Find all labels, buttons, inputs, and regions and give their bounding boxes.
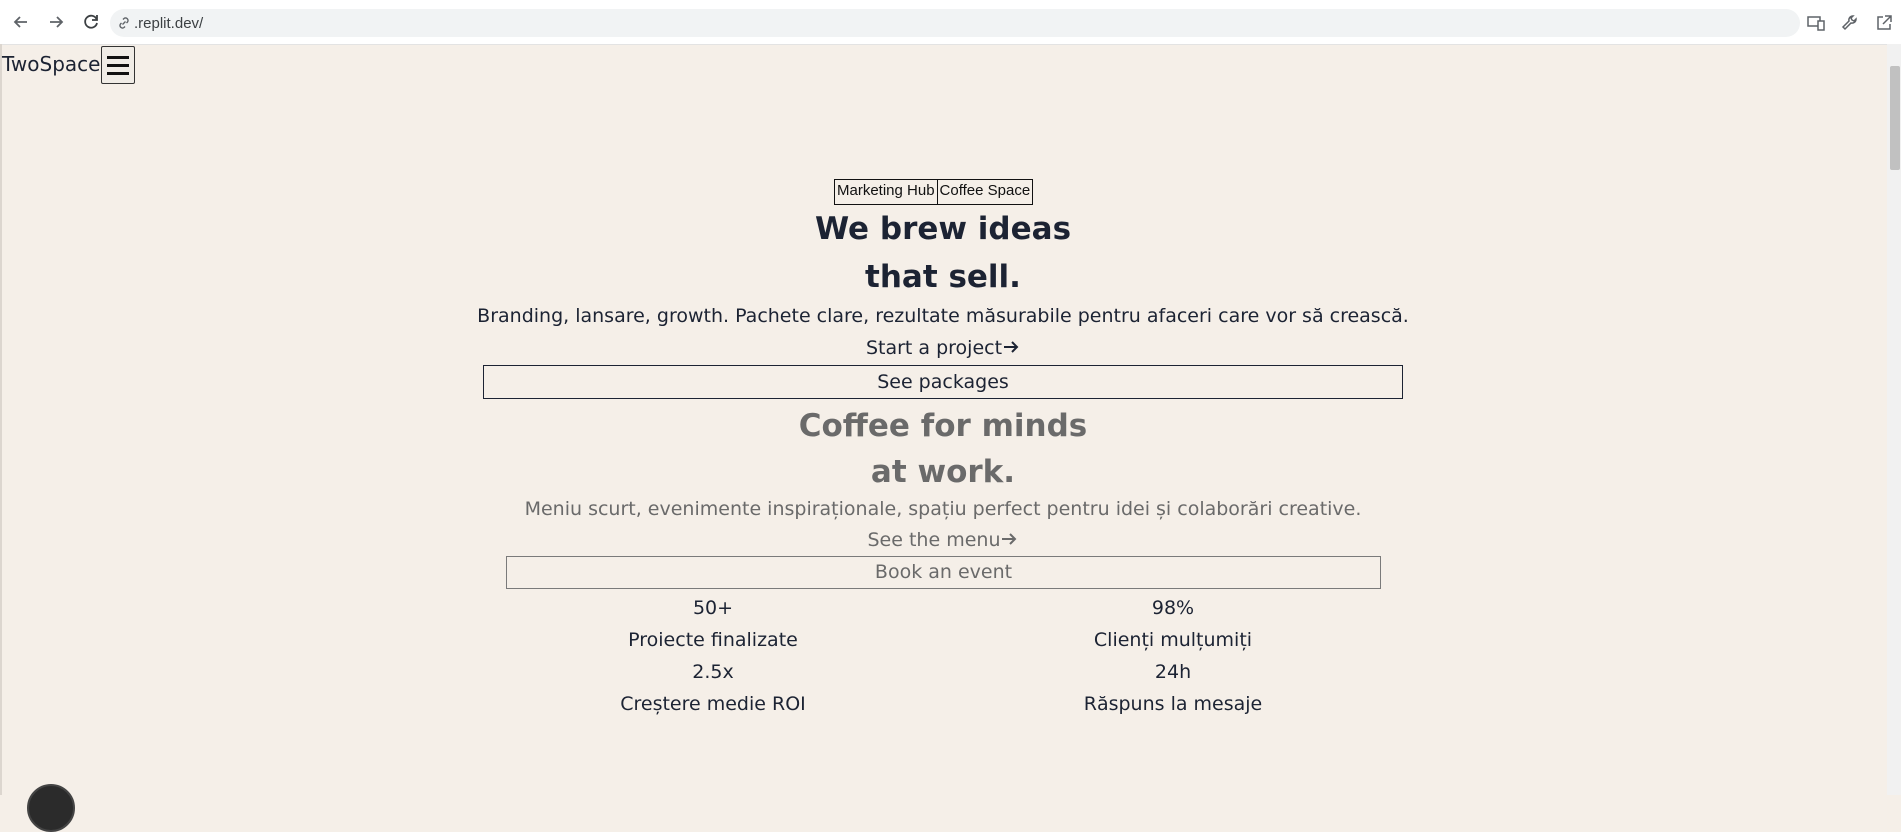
reload-icon[interactable]	[74, 5, 108, 39]
devices-icon[interactable]	[1799, 6, 1833, 40]
tab-coffee-space[interactable]: Coffee Space	[938, 180, 1033, 204]
see-packages-button[interactable]: See packages	[483, 365, 1403, 399]
hamburger-menu-button[interactable]	[101, 46, 135, 84]
arrow-right-icon	[1000, 530, 1018, 553]
stat-label: Creștere medie ROI	[620, 693, 806, 715]
stat-value: 98%	[1151, 597, 1195, 619]
brand-logo-text[interactable]: TwoSpace	[2, 52, 100, 76]
marketing-subtitle: Branding, lansare, growth. Pachete clare…	[477, 305, 1409, 327]
hamburger-icon	[107, 55, 129, 59]
hamburger-icon-line	[107, 71, 129, 75]
start-project-link[interactable]: Start a project	[0, 337, 1886, 361]
arrow-right-icon	[1002, 338, 1020, 361]
see-menu-link[interactable]: See the menu	[0, 529, 1886, 553]
forward-arrow-icon[interactable]	[39, 5, 73, 39]
stat-label: Clienți mulțumiți	[1093, 629, 1253, 651]
address-bar[interactable]: .replit.dev/	[110, 9, 1800, 37]
scrollbar-thumb[interactable]	[1890, 66, 1900, 170]
browser-toolbar: .replit.dev/	[0, 0, 1901, 45]
chat-widget-button[interactable]	[27, 784, 75, 832]
coffee-subtitle: Meniu scurt, evenimente inspiraționale, …	[524, 498, 1362, 520]
coffee-title-line1: Coffee for minds	[798, 408, 1088, 444]
open-external-icon[interactable]	[1867, 6, 1901, 40]
start-project-label: Start a project	[865, 337, 1003, 359]
tab-marketing-hub[interactable]: Marketing Hub	[835, 180, 938, 204]
see-menu-label: See the menu	[867, 529, 1001, 551]
url-text: .replit.dev/	[134, 14, 204, 32]
book-event-button[interactable]: Book an event	[506, 556, 1381, 589]
stat-value: 24h	[1154, 661, 1192, 683]
space-toggle: Marketing Hub Coffee Space	[834, 179, 1034, 205]
stat-value: 2.5x	[692, 661, 734, 683]
wrench-icon[interactable]	[1833, 6, 1867, 40]
back-arrow-icon[interactable]	[4, 5, 38, 39]
stat-value: 50+	[692, 597, 734, 619]
marketing-title-line1: We brew ideas	[814, 211, 1072, 247]
stat-label: Proiecte finalizate	[628, 629, 798, 651]
hamburger-icon-line	[107, 63, 129, 67]
coffee-title-line2: at work.	[870, 454, 1016, 490]
link-icon	[119, 17, 129, 29]
marketing-title-line2: that sell.	[865, 259, 1021, 295]
stat-label: Răspuns la mesaje	[1083, 693, 1263, 715]
page-scrollbar[interactable]	[1887, 44, 1901, 795]
